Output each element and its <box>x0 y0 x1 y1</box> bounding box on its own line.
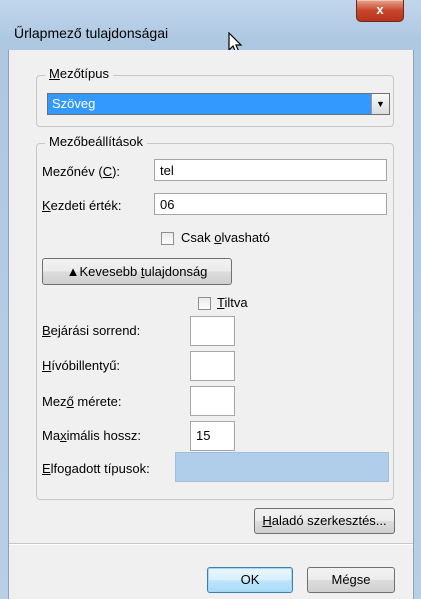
accepted-types-input[interactable] <box>175 452 389 482</box>
less-properties-button[interactable]: ▲Kevesebb tulajdonság <box>42 258 232 285</box>
title-bar[interactable]: Űrlapmező tulajdonságai x <box>0 0 421 54</box>
field-name-input[interactable]: tel <box>154 159 387 181</box>
disabled-label: Tiltva <box>217 295 248 310</box>
default-value-input[interactable]: 06 <box>154 193 387 215</box>
close-button[interactable]: x <box>356 0 404 22</box>
close-icon: x <box>376 2 384 17</box>
default-value-label: Kezdeti érték: <box>42 198 122 213</box>
readonly-checkbox[interactable] <box>161 232 174 245</box>
window-title: Űrlapmező tulajdonságai <box>14 25 169 41</box>
field-type-legend: Mezőtípus <box>45 66 113 81</box>
accepted-types-label: Elfogadott típusok: <box>42 461 150 476</box>
cancel-button[interactable]: Mégse <box>307 567 395 593</box>
disabled-checkbox[interactable] <box>198 297 211 310</box>
settings-legend: Mezőbeállítások <box>45 134 147 149</box>
dialog-window: Űrlapmező tulajdonságai x Mezőtípus Szöv… <box>0 0 421 599</box>
hotkey-input[interactable] <box>190 351 235 381</box>
divider <box>9 543 413 545</box>
chevron-down-icon[interactable]: ▼ <box>371 94 389 114</box>
tab-order-label: Bejárási sorrend: <box>42 323 141 338</box>
max-length-input[interactable]: 15 <box>190 421 235 451</box>
readonly-label: Csak olvasható <box>181 230 270 245</box>
field-type-value: Szöveg <box>52 96 96 111</box>
hotkey-label: Hívóbillentyű: <box>42 358 121 373</box>
field-type-select[interactable]: Szöveg ▼ <box>47 93 390 115</box>
tab-order-input[interactable] <box>190 316 235 346</box>
field-size-input[interactable] <box>190 386 235 416</box>
dialog-body: Mezőtípus Szöveg ▼ Mezőbeállítások Mezőn… <box>8 50 414 599</box>
advanced-edit-button[interactable]: Haladó szerkesztés... <box>254 508 395 534</box>
ok-button[interactable]: OK <box>207 567 293 593</box>
field-name-label: Mezőnév (C): <box>42 164 121 179</box>
max-length-label: Maximális hossz: <box>42 428 141 443</box>
field-size-label: Mező mérete: <box>42 394 122 409</box>
